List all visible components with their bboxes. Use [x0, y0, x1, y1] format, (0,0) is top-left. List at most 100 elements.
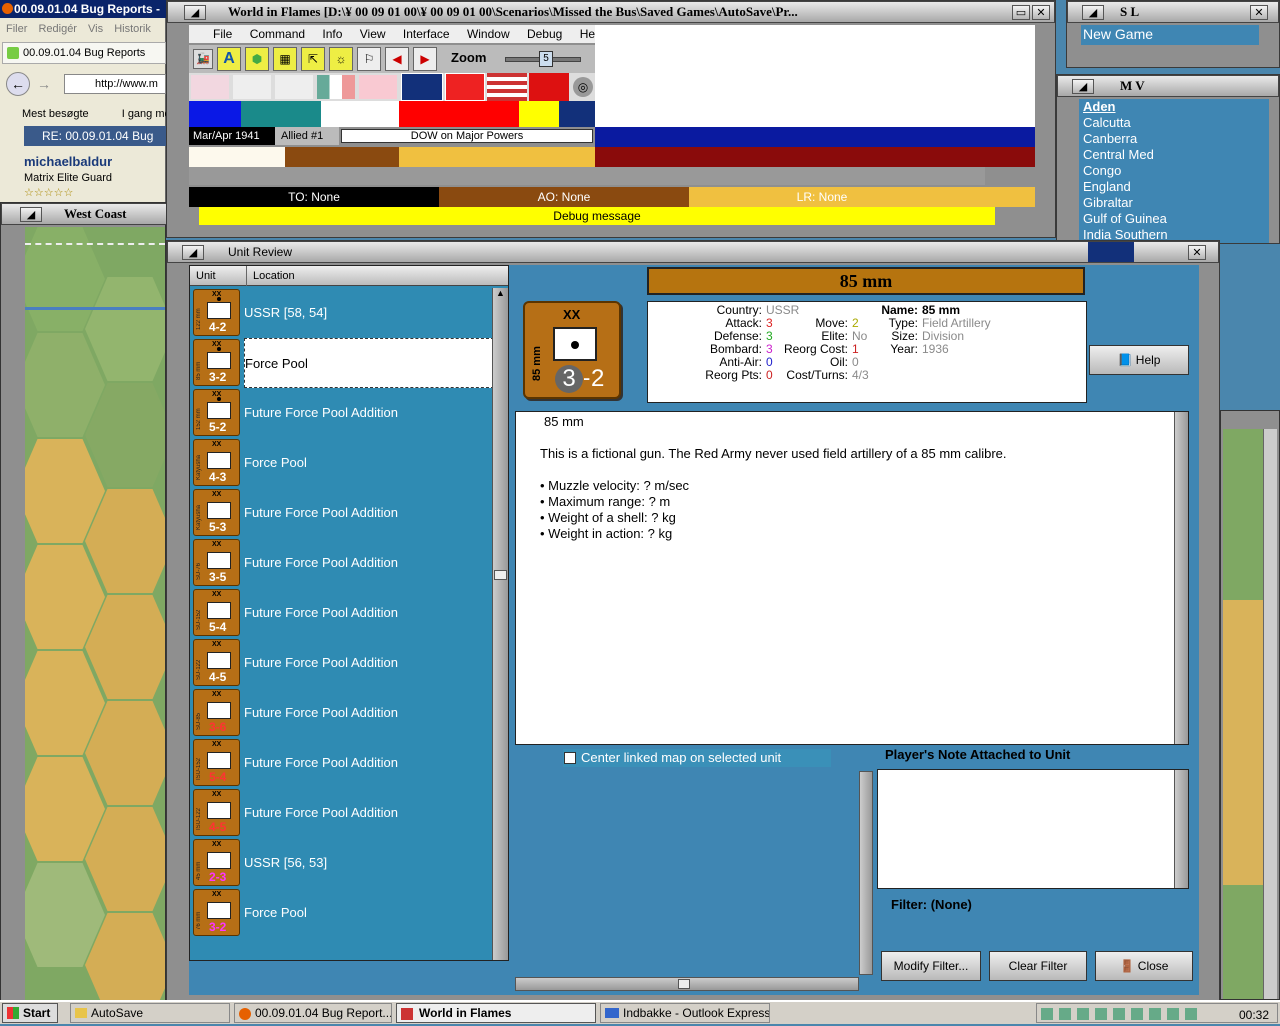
list-item[interactable]: 45 mm XX 2-3 USSR [56, 53]: [192, 838, 494, 888]
mv-item-aden[interactable]: Aden: [1083, 99, 1269, 115]
flag-usa[interactable]: [487, 73, 527, 101]
tool-hex-icon[interactable]: ⬢: [245, 47, 269, 71]
bookmark-i-gang[interactable]: I gang me: [122, 108, 166, 120]
player-note-textarea[interactable]: [877, 769, 1189, 889]
list-item[interactable]: 85 mm XX 3-2 Force Pool: [192, 338, 494, 388]
menu-info[interactable]: Info: [322, 27, 342, 41]
taskbar-item-world-in-flames[interactable]: World in Flames: [396, 1003, 596, 1023]
center-linked-checkbox[interactable]: Center linked map on selected unit: [563, 749, 831, 767]
list-item[interactable]: SU-152 XX 5-4 Future Force Pool Addition: [192, 588, 494, 638]
list-item[interactable]: 122 mm XX 4-2 USSR [58, 54]: [192, 288, 494, 338]
mv-item-central-med[interactable]: Central Med: [1083, 147, 1269, 163]
mv-item-england[interactable]: England: [1083, 179, 1269, 195]
sl-value[interactable]: New Game: [1081, 25, 1259, 45]
list-item[interactable]: 152 mm XX 5-2 Future Force Pool Addition: [192, 388, 494, 438]
taskbar-item-autosave[interactable]: AutoSave: [70, 1003, 230, 1023]
menu-window[interactable]: Window: [467, 27, 510, 41]
list-item[interactable]: Katyusha XX 5-3 Future Force Pool Addition: [192, 488, 494, 538]
forward-button[interactable]: →: [34, 74, 54, 94]
post-title-bar[interactable]: RE: 00.09.01.04 Bug: [24, 126, 166, 146]
list-item[interactable]: SU-85 XX 3-6 Future Force Pool Addition: [192, 688, 494, 738]
flag-uk[interactable]: [401, 73, 443, 101]
taskbar-item-outlook[interactable]: Indbakke - Outlook Express: [600, 1003, 770, 1023]
sl-close-button[interactable]: ✕: [1250, 5, 1268, 20]
tool-move-icon[interactable]: ⇱: [301, 47, 325, 71]
left-vertical-scrollbar[interactable]: [859, 771, 873, 975]
westcoast-map[interactable]: [25, 227, 165, 1001]
mv-item-gulf-of-guinea[interactable]: Gulf of Guinea: [1083, 211, 1269, 227]
mv-menu-button[interactable]: ◢: [1072, 79, 1094, 94]
col-header-location[interactable]: Location: [246, 266, 295, 286]
horizontal-scrollbar[interactable]: [515, 977, 859, 991]
right-map-scrollbar[interactable]: [1263, 429, 1277, 999]
browser-menu-vis[interactable]: Vis: [88, 23, 103, 35]
tool-text-icon[interactable]: A: [217, 47, 241, 71]
review-close-x-button[interactable]: ✕: [1188, 245, 1206, 260]
options-gear-icon[interactable]: ◎: [573, 77, 593, 97]
help-button[interactable]: 📘 Help: [1089, 345, 1189, 375]
list-item[interactable]: Katyusha XX 4-3 Force Pool: [192, 438, 494, 488]
close-main-button[interactable]: ✕: [1032, 5, 1050, 20]
main-titlebar[interactable]: ◢ World in Flames [D:\¥ 00 09 01 00\¥ 00…: [167, 1, 1055, 23]
flag-italy[interactable]: [233, 75, 271, 99]
tool-forward-arrow-icon[interactable]: ▶: [413, 47, 437, 71]
dow-button[interactable]: DOW on Major Powers: [341, 129, 593, 143]
scroll-thumb[interactable]: [494, 570, 507, 580]
flag-france[interactable]: [445, 73, 485, 101]
unit-list-scrollbar[interactable]: ▲: [492, 288, 508, 960]
col-header-unit[interactable]: Unit: [196, 266, 216, 286]
tool-sun-icon[interactable]: ☼: [329, 47, 353, 71]
mv-item-canberra[interactable]: Canberra: [1083, 131, 1269, 147]
menu-interface[interactable]: Interface: [403, 27, 450, 41]
mv-titlebar[interactable]: ◢ M V: [1057, 75, 1279, 97]
mv-item-congo[interactable]: Congo: [1083, 163, 1269, 179]
browser-menu-filer[interactable]: Filer: [6, 23, 27, 35]
main-menu-button[interactable]: ◢: [184, 5, 206, 20]
unit-review-titlebar[interactable]: ◢ Unit Review ✕: [167, 241, 1219, 263]
flag-vichy[interactable]: [317, 75, 355, 99]
browser-menu-rediger[interactable]: Redigér: [38, 23, 77, 35]
forum-username[interactable]: michaelbaldur: [24, 154, 112, 169]
menu-file[interactable]: File: [213, 27, 232, 41]
taskbar-item-bug-reports[interactable]: 00.09.01.04 Bug Report...: [234, 1003, 392, 1023]
minimize-button[interactable]: ▭: [1012, 5, 1030, 20]
list-item[interactable]: SU-76 XX 3-5 Future Force Pool Addition: [192, 538, 494, 588]
mv-item-calcutta[interactable]: Calcutta: [1083, 115, 1269, 131]
browser-tab[interactable]: 00.09.01.04 Bug Reports: [2, 42, 166, 64]
menu-view[interactable]: View: [360, 27, 386, 41]
list-item[interactable]: SU-122 XX 4-5 Future Force Pool Addition: [192, 638, 494, 688]
tool-unit-icon[interactable]: 🚂: [193, 49, 213, 69]
flag-china[interactable]: [359, 75, 397, 99]
close-button[interactable]: 🚪 Close: [1095, 951, 1193, 981]
tool-back-arrow-icon[interactable]: ◀: [385, 47, 409, 71]
westcoast-menu-button[interactable]: ◢: [20, 207, 42, 222]
bookmark-mest-besogte[interactable]: Mest besøgte: [22, 108, 89, 120]
back-button[interactable]: ←: [6, 72, 30, 96]
clear-filter-button[interactable]: Clear Filter: [989, 951, 1087, 981]
checkbox-box[interactable]: [564, 752, 576, 764]
description-scrollbar[interactable]: [1174, 412, 1188, 744]
start-button[interactable]: Start: [2, 1003, 58, 1023]
tool-flag-icon[interactable]: ⚐: [357, 47, 381, 71]
note-scrollbar[interactable]: [1174, 770, 1188, 888]
sl-titlebar[interactable]: ◢ S L ✕: [1067, 1, 1279, 23]
review-menu-button[interactable]: ◢: [182, 245, 204, 260]
zoom-thumb[interactable]: 5: [539, 51, 553, 67]
scroll-up-arrow-icon[interactable]: ▲: [494, 288, 507, 302]
menu-debug[interactable]: Debug: [527, 27, 562, 41]
flag-japan[interactable]: [275, 75, 313, 99]
browser-menu-historik[interactable]: Historik: [114, 23, 151, 35]
list-item[interactable]: ISU-122 XX 4-5 Future Force Pool Addition: [192, 788, 494, 838]
westcoast-titlebar[interactable]: ◢ West Coast: [1, 203, 167, 225]
menu-command[interactable]: Command: [250, 27, 305, 41]
list-item[interactable]: ISU-152 XX 5-4 Future Force Pool Addition: [192, 738, 494, 788]
flag-uk-small[interactable]: [559, 101, 595, 127]
modify-filter-button[interactable]: Modify Filter...: [881, 951, 981, 981]
list-item[interactable]: 76 mm XX 3-2 Force Pool: [192, 888, 494, 938]
hscroll-thumb[interactable]: [678, 979, 690, 989]
sl-menu-button[interactable]: ◢: [1082, 5, 1104, 20]
tool-grid-icon[interactable]: ▦: [273, 47, 297, 71]
flag-germany[interactable]: [191, 75, 229, 99]
url-bar[interactable]: http://www.m: [64, 74, 166, 94]
flag-ussr[interactable]: [529, 73, 569, 101]
